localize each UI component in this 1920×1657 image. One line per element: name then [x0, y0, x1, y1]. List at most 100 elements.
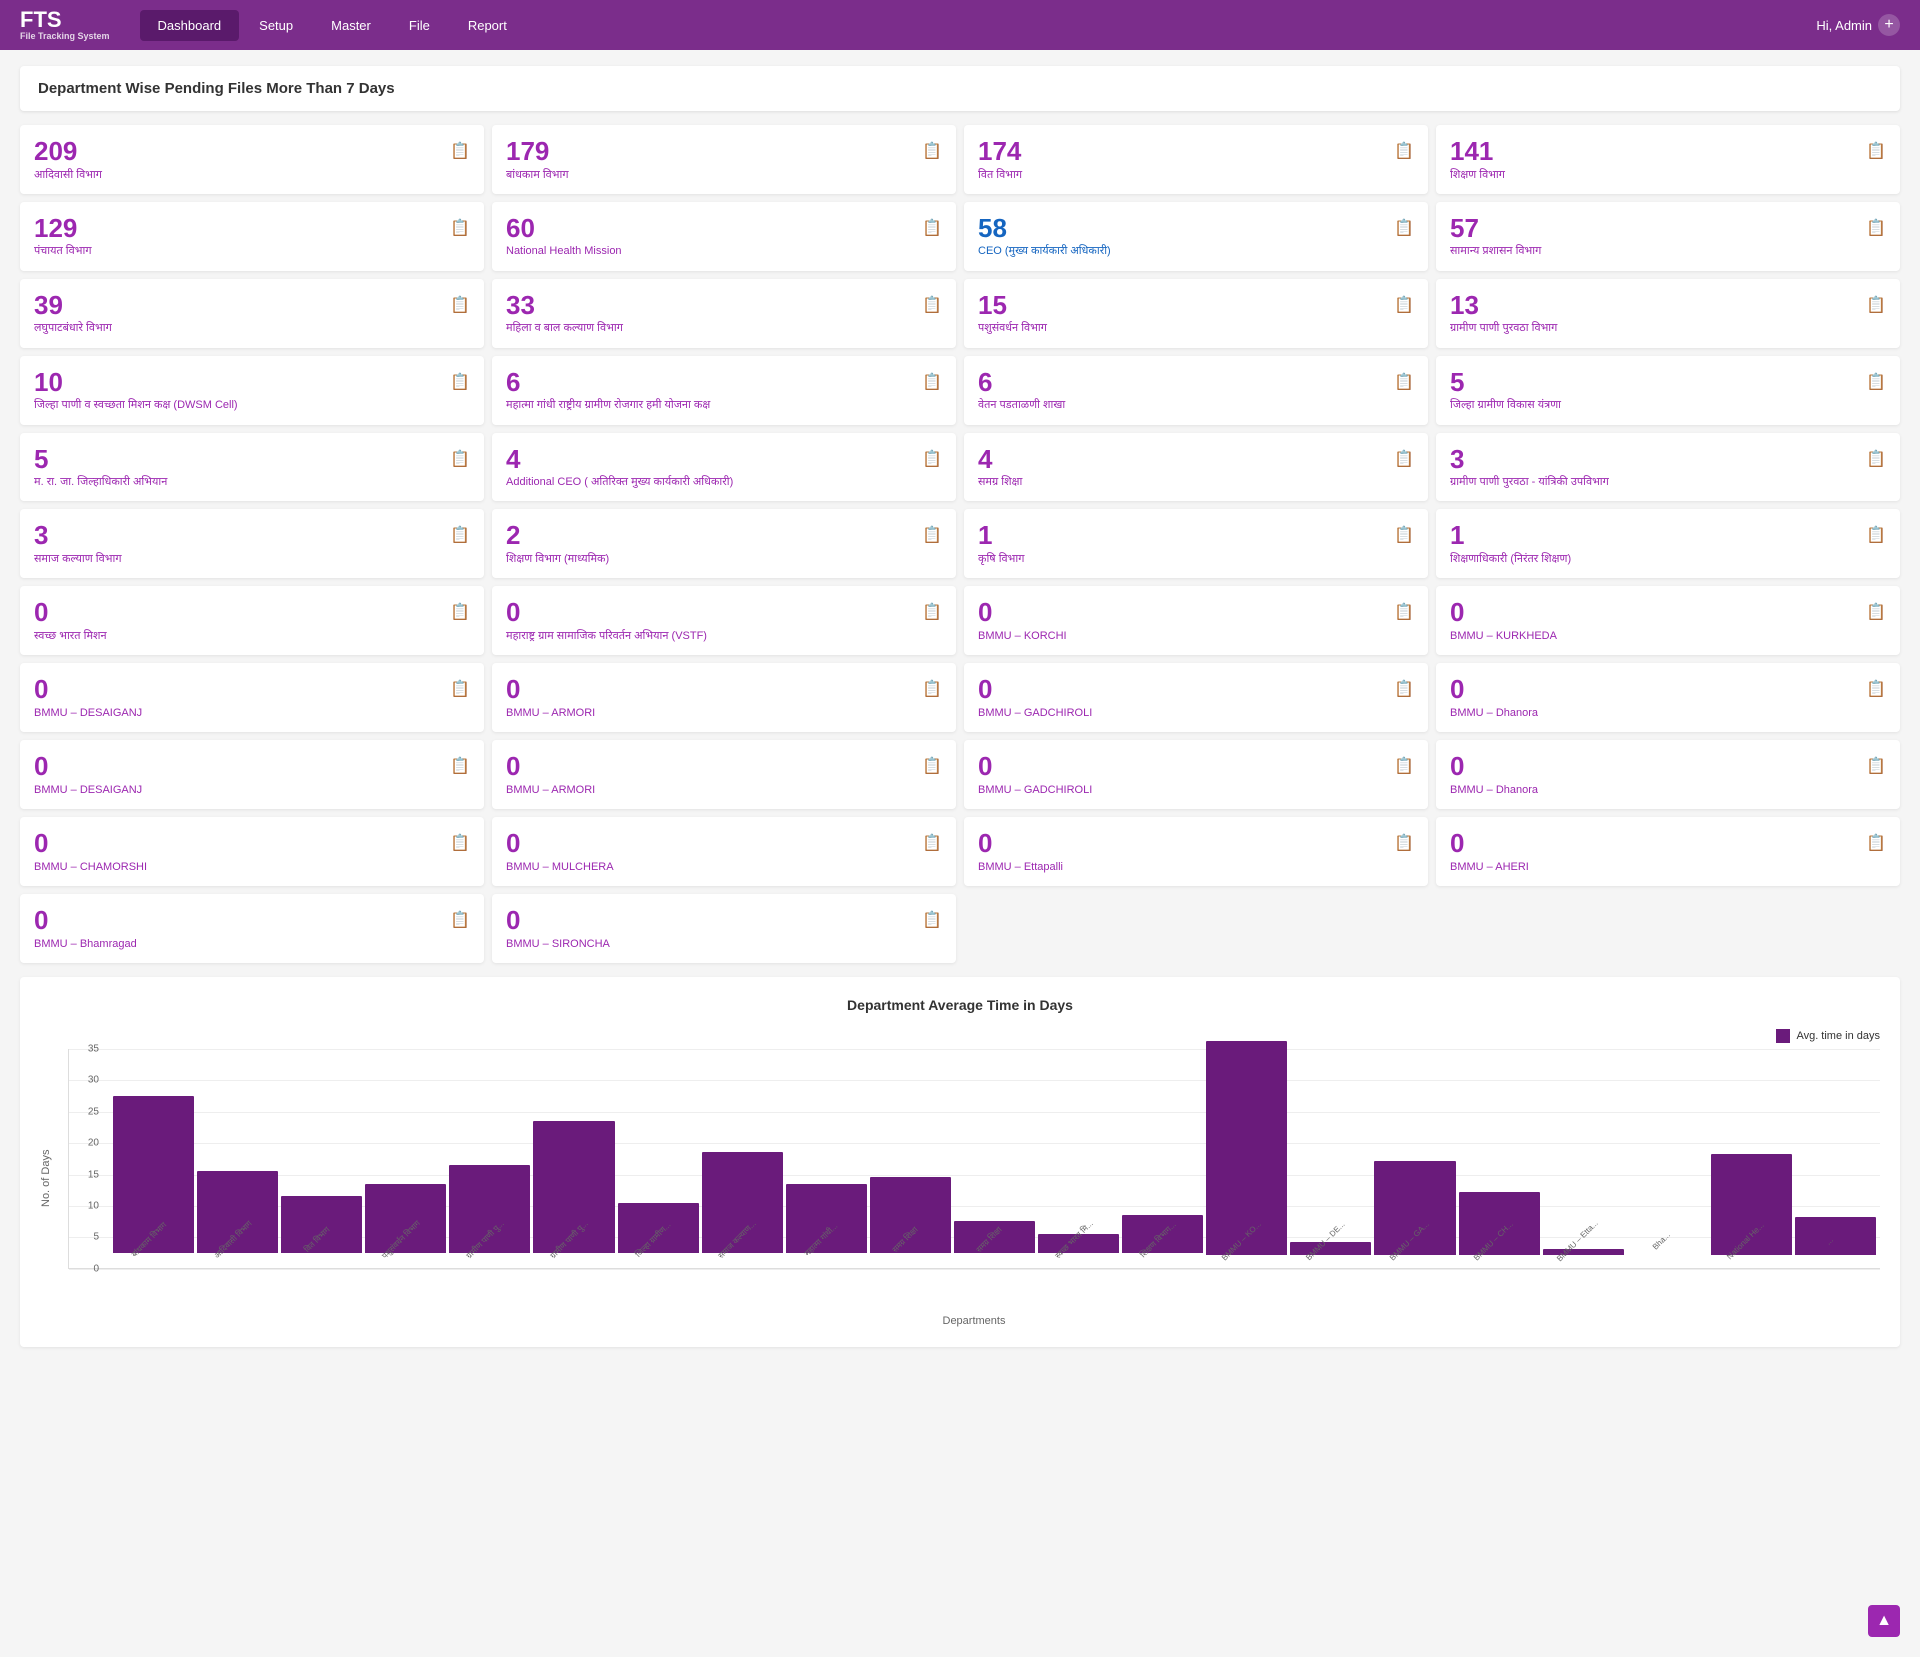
nav-master[interactable]: Master — [313, 10, 389, 41]
stat-label: BMMU – ARMORI — [506, 706, 595, 720]
stat-card[interactable]: 6 महात्मा गांधी राष्ट्रीय ग्रामीण रोजगार… — [492, 356, 956, 425]
stat-card[interactable]: 209 आदिवासी विभाग 📋 — [20, 125, 484, 194]
stat-card[interactable]: 10 जिल्हा पाणी व स्वच्छता मिशन कक्ष (DWS… — [20, 356, 484, 425]
stat-label: BMMU – AHERI — [1450, 860, 1529, 874]
nav-setup[interactable]: Setup — [241, 10, 311, 41]
stat-card[interactable]: 0 BMMU – Ettapalli 📋 — [964, 817, 1428, 886]
scroll-top-button[interactable]: ▲ — [1868, 1605, 1900, 1637]
file-icon: 📋 — [1866, 525, 1886, 545]
nav-dashboard[interactable]: Dashboard — [140, 10, 240, 41]
file-icon: 📋 — [922, 449, 942, 469]
bar[interactable] — [1206, 1041, 1287, 1255]
file-icon: 📋 — [450, 449, 470, 469]
stat-label: जिल्हा पाणी व स्वच्छता मिशन कक्ष (DWSM C… — [34, 398, 238, 412]
bar[interactable] — [1290, 1242, 1371, 1255]
stat-card[interactable]: 60 National Health Mission 📋 — [492, 202, 956, 271]
stat-card[interactable]: 39 लघुपाटबंधारे विभाग 📋 — [20, 279, 484, 348]
file-icon: 📋 — [450, 218, 470, 238]
brand-subtitle: File Tracking System — [20, 32, 110, 42]
stat-card[interactable]: 13 ग्रामीण पाणी पुरवठा विभाग 📋 — [1436, 279, 1900, 348]
stat-card[interactable]: 0 महाराष्ट्र ग्राम सामाजिक परिवर्तन अभिय… — [492, 586, 956, 655]
stat-number: 6 — [978, 368, 1065, 397]
add-button[interactable]: + — [1878, 14, 1900, 36]
stat-card[interactable]: 0 BMMU – KURKHEDA 📋 — [1436, 586, 1900, 655]
file-icon: 📋 — [1394, 602, 1414, 622]
stat-card[interactable]: 179 बांधकाम विभाग 📋 — [492, 125, 956, 194]
stat-card[interactable]: 0 BMMU – GADCHIROLI 📋 — [964, 740, 1428, 809]
bar-wrap: समग्र शिक्षा — [870, 1177, 951, 1267]
stat-card[interactable]: 4 समग्र शिक्षा 📋 — [964, 433, 1428, 502]
y-tick-label: 25 — [88, 1106, 104, 1117]
nav-report[interactable]: Report — [450, 10, 525, 41]
stat-card[interactable]: 0 BMMU – SIRONCHA 📋 — [492, 894, 956, 963]
stat-card-left: 1 शिक्षणाधिकारी (निरंतर शिक्षण) — [1450, 521, 1571, 566]
stat-number: 0 — [34, 675, 142, 704]
stat-label: लघुपाटबंधारे विभाग — [34, 321, 112, 335]
stat-number: 2 — [506, 521, 609, 550]
stat-number: 1 — [978, 521, 1024, 550]
stat-card[interactable]: 0 BMMU – Dhanora 📋 — [1436, 663, 1900, 732]
stat-card[interactable]: 0 BMMU – GADCHIROLI 📋 — [964, 663, 1428, 732]
stat-card[interactable]: 129 पंचायत विभाग 📋 — [20, 202, 484, 271]
stat-card-left: 33 महिला व बाल कल्याण विभाग — [506, 291, 623, 336]
stat-card[interactable]: 0 BMMU – DESAIGANJ 📋 — [20, 740, 484, 809]
stat-card[interactable]: 0 BMMU – ARMORI 📋 — [492, 740, 956, 809]
stat-card-left: 129 पंचायत विभाग — [34, 214, 92, 259]
stat-card[interactable]: 0 BMMU – ARMORI 📋 — [492, 663, 956, 732]
bar[interactable] — [1459, 1192, 1540, 1255]
file-icon: 📋 — [1394, 218, 1414, 238]
stat-card-left: 0 BMMU – ARMORI — [506, 675, 595, 720]
bar-wrap: BMMU – Etta... — [1543, 1249, 1624, 1268]
stat-card[interactable]: 3 समाज कल्याण विभाग 📋 — [20, 509, 484, 578]
stat-label: BMMU – KORCHI — [978, 629, 1067, 643]
stat-card[interactable]: 0 BMMU – Bhamragad 📋 — [20, 894, 484, 963]
stat-number: 0 — [506, 829, 614, 858]
brand: FTS File Tracking System — [20, 8, 110, 42]
stat-card[interactable]: 58 CEO (मुख्य कार्यकारी अधिकारी) 📋 — [964, 202, 1428, 271]
stat-card[interactable]: 0 BMMU – AHERI 📋 — [1436, 817, 1900, 886]
stat-label: स्वच्छ भारत मिशन — [34, 629, 107, 643]
stat-card[interactable]: 0 BMMU – KORCHI 📋 — [964, 586, 1428, 655]
bar-wrap: वित विभाग — [281, 1196, 362, 1268]
stat-card[interactable]: 1 शिक्षणाधिकारी (निरंतर शिक्षण) 📋 — [1436, 509, 1900, 578]
stat-number: 129 — [34, 214, 92, 243]
stat-card[interactable]: 5 म. रा. जा. जिल्हाधिकारी अभियान 📋 — [20, 433, 484, 502]
stat-card[interactable]: 5 जिल्हा ग्रामीण विकास यंत्रणा 📋 — [1436, 356, 1900, 425]
stat-card[interactable]: 1 कृषि विभाग 📋 — [964, 509, 1428, 578]
stat-card-left: 3 समाज कल्याण विभाग — [34, 521, 122, 566]
bar[interactable] — [281, 1196, 362, 1253]
file-icon: 📋 — [1394, 525, 1414, 545]
stat-card-left: 174 वित विभाग — [978, 137, 1022, 182]
bar[interactable] — [786, 1184, 867, 1253]
stat-label: ग्रामीण पाणी पुरवठा विभाग — [1450, 321, 1557, 335]
nav-file[interactable]: File — [391, 10, 448, 41]
stat-number: 0 — [1450, 675, 1538, 704]
stat-card[interactable]: 15 पशुसंवर्धन विभाग 📋 — [964, 279, 1428, 348]
stat-number: 0 — [978, 598, 1067, 627]
stat-card[interactable]: 2 शिक्षण विभाग (माध्यमिक) 📋 — [492, 509, 956, 578]
bar[interactable] — [1543, 1249, 1624, 1255]
stat-label: जिल्हा ग्रामीण विकास यंत्रणा — [1450, 398, 1561, 412]
stat-label: BMMU – SIRONCHA — [506, 937, 610, 951]
stat-card[interactable]: 6 वेतन पडताळणी शाखा 📋 — [964, 356, 1428, 425]
stat-card[interactable]: 0 स्वच्छ भारत मिशन 📋 — [20, 586, 484, 655]
stat-card-left: 60 National Health Mission — [506, 214, 622, 259]
stat-card[interactable]: 0 BMMU – MULCHERA 📋 — [492, 817, 956, 886]
stat-card[interactable]: 3 ग्रामीण पाणी पुरवठा - यांत्रिकी उपविभा… — [1436, 433, 1900, 502]
stat-card[interactable]: 33 महिला व बाल कल्याण विभाग 📋 — [492, 279, 956, 348]
stat-card[interactable]: 4 Additional CEO ( अतिरिक्त मुख्य कार्यक… — [492, 433, 956, 502]
stat-card[interactable]: 0 BMMU – CHAMORSHI 📋 — [20, 817, 484, 886]
stat-card[interactable]: 141 शिक्षण विभाग 📋 — [1436, 125, 1900, 194]
file-icon: 📋 — [1394, 295, 1414, 315]
stat-card[interactable]: 0 BMMU – DESAIGANJ 📋 — [20, 663, 484, 732]
stat-card[interactable]: 174 वित विभाग 📋 — [964, 125, 1428, 194]
nav-links: Dashboard Setup Master File Report — [140, 10, 1817, 41]
stat-card-left: 0 BMMU – KORCHI — [978, 598, 1067, 643]
stat-number: 179 — [506, 137, 569, 166]
stat-number: 4 — [506, 445, 733, 474]
stat-label: महाराष्ट्र ग्राम सामाजिक परिवर्तन अभियान… — [506, 629, 707, 643]
chart-inner: Avg. time in days 35302520151050 बांधकाम… — [68, 1029, 1880, 1327]
stat-card[interactable]: 0 BMMU – Dhanora 📋 — [1436, 740, 1900, 809]
stat-card[interactable]: 57 सामान्य प्रशासन विभाग 📋 — [1436, 202, 1900, 271]
bar-x-label: BMMU – Etta... — [1553, 1216, 1602, 1265]
